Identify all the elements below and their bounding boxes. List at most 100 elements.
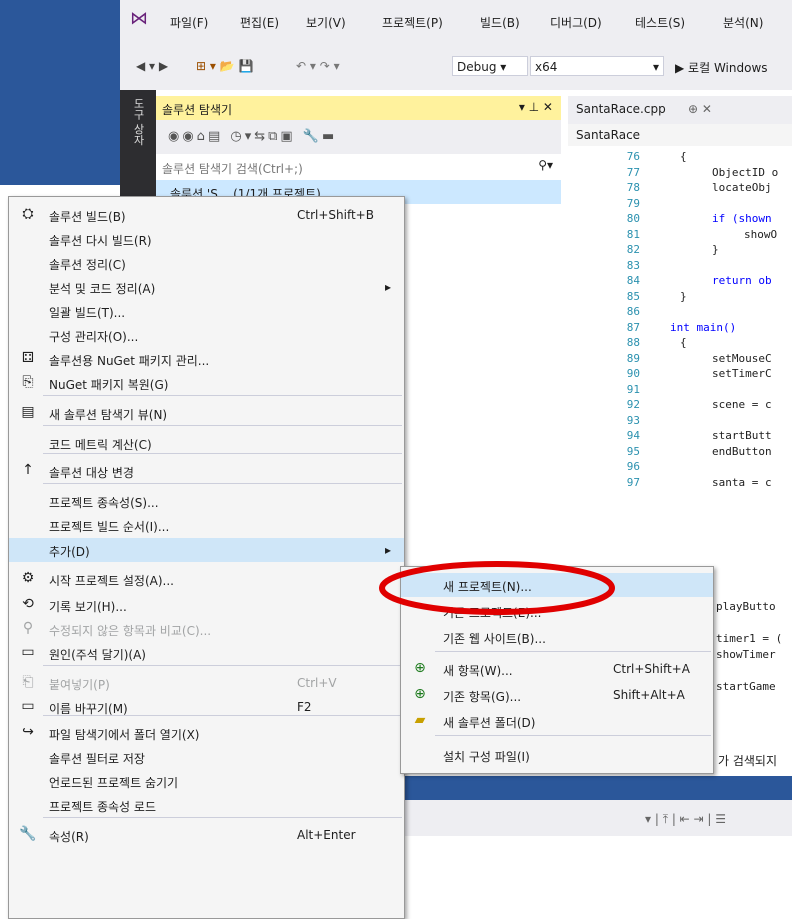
undo-icon[interactable]: ↶ ▾ ↷ ▾ [296,59,340,73]
menu-separator [43,817,402,818]
submenu-item-label: 기존 웹 사이트(B)... [443,632,546,646]
menu-item-label: NuGet 패키지 복원(G) [49,378,169,392]
menu-item-label: 새 솔루션 탐색기 뷰(N) [49,408,168,422]
menu-file[interactable]: 파일(F) [170,14,208,31]
context-menu-item[interactable]: 프로젝트 종속성 로드 [9,793,404,817]
menu-build[interactable]: 빌드(B) [480,14,520,31]
menu-item-label: 붙여넣기(P) [49,678,110,692]
context-menu-item[interactable]: ⛭ 솔루션 빌드(B) Ctrl+Shift+B [9,203,404,227]
submenu-item[interactable]: ⊕ 기존 항목(G)... Shift+Alt+A [401,683,713,707]
search-input[interactable]: 솔루션 탐색기 검색(Ctrl+;) [162,160,303,177]
menu-item-label: 추가(D) [49,545,90,559]
toolbox-tab[interactable]: 도구 상자 [130,98,146,146]
context-menu-item[interactable]: ⎘ NuGet 패키지 복원(G) [9,371,404,395]
context-menu-item[interactable]: 🔧 속성(R) Alt+Enter [9,823,404,847]
context-menu-item[interactable]: ⎗ 붙여넣기(P) Ctrl+V [9,671,404,695]
menu-project[interactable]: 프로젝트(P) [382,14,443,31]
menu-debug[interactable]: 디버그(D) [550,14,602,31]
menu-item-label: 프로젝트 빌드 순서(I)... [49,520,170,534]
submenu-item-label: 새 항목(W)... [443,664,513,678]
context-menu-item[interactable]: 구성 관리자(O)... [9,323,404,347]
menu-item-label: 언로드된 프로젝트 숨기기 [49,776,179,790]
line-number: 96 [626,460,640,473]
menu-item-label: 원인(주석 달기)(A) [49,648,146,662]
nav-project[interactable]: SantaRace [576,128,640,142]
code-line: } [680,289,687,303]
gear-icon: ⚙ [21,570,35,586]
line-number: 87 [626,320,640,334]
submenu-item[interactable]: ▰ 새 솔루션 폴더(D) [401,709,713,733]
submenu-item[interactable]: 설치 구성 파일(I) [401,743,713,767]
tab-close-icon[interactable]: ⊕ ✕ [688,102,712,116]
line-number: 83 [626,258,640,272]
highlight-circle [379,561,615,615]
platform-select[interactable]: x64 ▾ [530,56,664,76]
comment-icon: ▭ [21,644,35,660]
menu-item-label: 솔루션 필터로 저장 [49,752,145,766]
menu-item-label: 솔루션 다시 빌드(R) [49,234,152,248]
submenu-arrow-icon: ▸ [385,543,392,557]
code-line: startButt [712,429,772,442]
menu-item-label: 솔루션용 NuGet 패키지 관리... [49,354,210,368]
code-line: startGame [716,680,776,693]
line-number: 92 [626,398,640,411]
output-tools-icon[interactable]: ▾ | ⤒ | ⇤ ⇥ | ☰ [645,812,726,827]
code-line: { [680,150,687,163]
line-number: 85 [626,289,640,303]
context-menu-item[interactable]: ⚙ 시작 프로젝트 설정(A)... [9,567,404,591]
context-menu-item[interactable]: 언로드된 프로젝트 숨기기 [9,769,404,793]
new-project-icon[interactable]: ⊞ ▾ 📂 💾 [196,59,253,73]
menu-view[interactable]: 보기(V) [306,14,346,31]
line-number: 86 [626,305,640,318]
menu-item-label: 코드 메트릭 계산(C) [49,438,152,452]
line-number: 79 [626,196,640,210]
run-button[interactable]: ▶ 로컬 Windows [675,59,768,76]
code-line: int main() [670,320,737,334]
context-menu-item[interactable]: ↪ 파일 탐색기에서 폴더 열기(X) [9,721,404,745]
context-menu-item[interactable]: ↑ 솔루션 대상 변경 [9,459,404,483]
context-menu-item[interactable]: 분석 및 코드 정리(A) ▸ [9,275,404,299]
config-select[interactable]: Debug ▾ [452,56,528,76]
menu-test[interactable]: 테스트(S) [635,14,685,31]
code-line: showTimer [716,648,776,661]
context-menu-item[interactable]: 솔루션 필터로 저장 [9,745,404,769]
context-menu-item[interactable]: ▭ 원인(주석 달기)(A) [9,641,404,665]
submenu-item[interactable]: ⊕ 새 항목(W)... Ctrl+Shift+A [401,657,713,681]
context-menu-item[interactable]: 코드 메트릭 계산(C) [9,431,404,455]
context-menu-item[interactable]: 추가(D) ▸ [9,538,404,562]
menu-item-label: 시작 프로젝트 설정(A)... [49,574,174,588]
menu-item-label: 프로젝트 종속성(S)... [49,496,159,510]
context-menu-item[interactable]: ▤ 새 솔루션 탐색기 뷰(N) [9,401,404,425]
wrench-icon: 🔧 [19,826,37,842]
pane-controls-icon[interactable]: ▾ ⊥ ✕ [519,100,553,114]
context-menu-item[interactable]: 프로젝트 빌드 순서(I)... [9,513,404,537]
submenu-item-label: 새 솔루션 폴더(D) [443,716,536,730]
restore-icon: ⎘ [22,374,34,390]
editor-navigation-bar[interactable]: SantaRace [568,124,792,147]
context-menu-item[interactable]: ▭ 이름 바꾸기(M) F2 [9,695,404,719]
context-menu-item[interactable]: 프로젝트 종속성(S)... [9,489,404,513]
explorer-tools-icon[interactable]: ◉◉⌂▤ ◷▾⇆⧉▣ 🔧▬ [168,129,337,144]
context-menu-item[interactable]: 솔루션 정리(C) [9,251,404,275]
solution-context-menu: ⛭ 솔루션 빌드(B) Ctrl+Shift+B 솔루션 다시 빌드(R) 솔루션 정리… [8,196,405,919]
menu-item-label: 솔루션 빌드(B) [49,210,126,224]
tab-santarace[interactable]: SantaRace.cpp [576,102,666,116]
context-menu-item[interactable]: ⚲ 수정되지 않은 항목과 비교(C)... [9,617,404,641]
context-menu-item[interactable]: 솔루션 다시 빌드(R) [9,227,404,251]
back-icon[interactable]: ◀ ▾ ▶ [136,59,168,73]
menu-edit[interactable]: 편집(E) [240,14,279,31]
menu-separator [435,651,711,652]
line-number: 77 [626,165,640,179]
arrow-up-icon: ↑ [22,462,34,478]
solution-explorer-search[interactable]: 솔루션 탐색기 검색(Ctrl+;) ⚲▾ [156,154,561,181]
context-menu-item[interactable]: 일괄 빌드(T)... [9,299,404,323]
search-icon[interactable]: ⚲▾ [538,158,553,172]
menu-item-label: 일괄 빌드(T)... [49,306,126,320]
submenu-item[interactable]: 기존 웹 사이트(B)... [401,625,713,649]
context-menu-item[interactable]: ⟲ 기록 보기(H)... [9,593,404,617]
menu-separator [435,735,711,736]
line-number: 88 [626,336,640,349]
context-menu-item[interactable]: ⚃ 솔루션용 NuGet 패키지 관리... [9,347,404,371]
menu-analyze[interactable]: 분석(N) [723,14,763,31]
menu-separator [43,483,402,484]
